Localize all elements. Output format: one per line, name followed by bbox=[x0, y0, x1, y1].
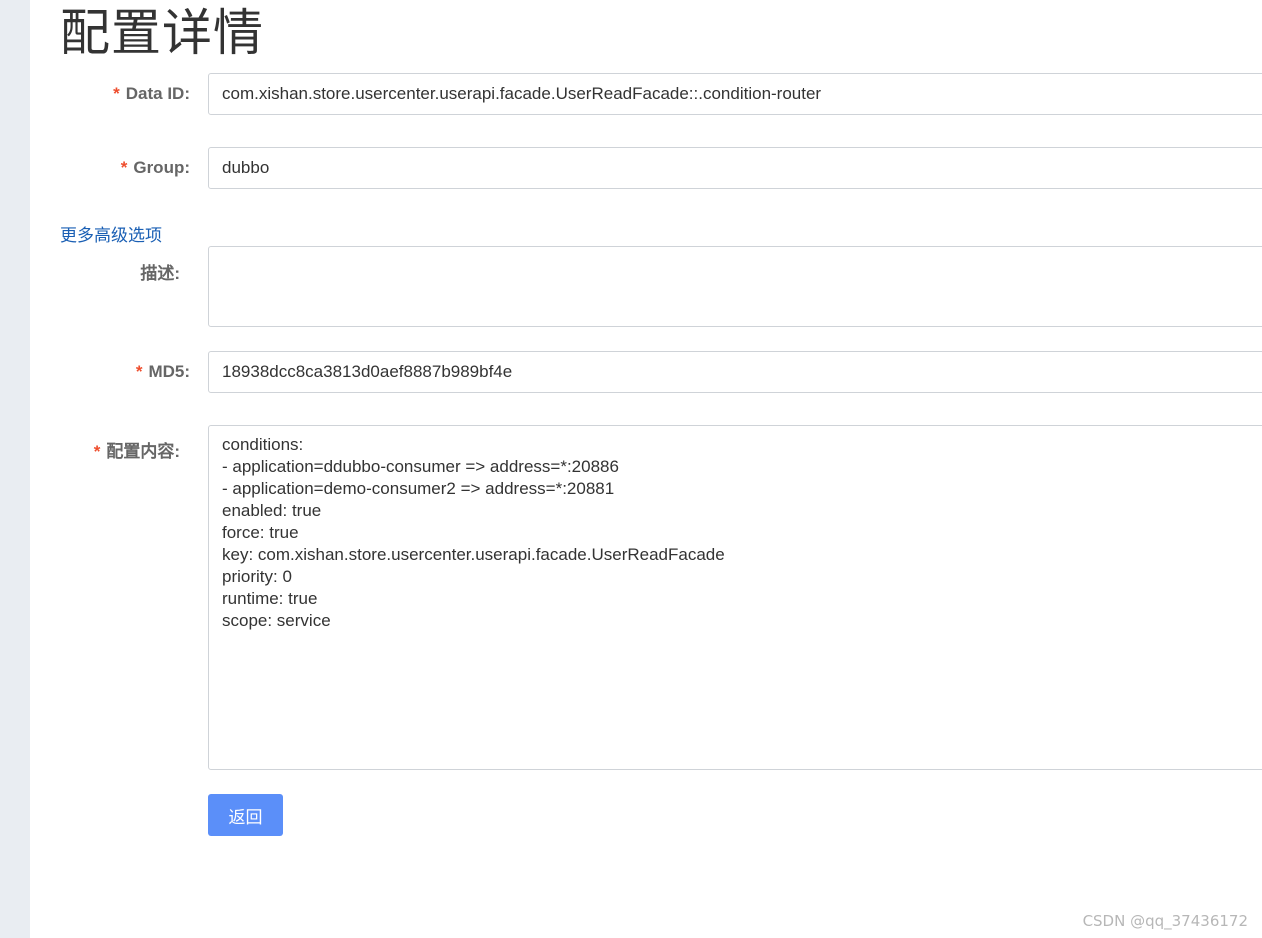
left-sidebar-strip bbox=[0, 0, 30, 938]
data-id-label: * Data ID: bbox=[113, 84, 190, 103]
content-line: scope: service bbox=[222, 611, 331, 630]
required-mark: * bbox=[120, 158, 128, 177]
config-detail-page: 配置详情 *Data ID: *Group: 更多高级选项 描述: *MD5: … bbox=[30, 0, 1262, 938]
required-mark: * bbox=[93, 442, 101, 461]
description-label: 描述: bbox=[140, 264, 180, 283]
content-line: - application=demo-consumer2 => address=… bbox=[222, 479, 615, 498]
more-advanced-options-link[interactable]: 更多高级选项 bbox=[60, 221, 162, 246]
data-id-input[interactable] bbox=[208, 73, 1262, 115]
group-input[interactable] bbox=[208, 147, 1262, 189]
back-button[interactable]: 返回 bbox=[208, 794, 283, 836]
group-label: * Group: bbox=[120, 158, 190, 177]
content-editor[interactable]: conditions: - application=ddubbo-consume… bbox=[208, 425, 1262, 770]
content-line: priority: 0 bbox=[222, 567, 292, 586]
required-mark: * bbox=[135, 362, 143, 381]
md5-input[interactable] bbox=[208, 351, 1262, 393]
content-line: - application=ddubbo-consumer => address… bbox=[222, 457, 619, 476]
content-line: enabled: true bbox=[222, 501, 322, 520]
content-line: conditions: bbox=[222, 435, 304, 454]
required-mark: * bbox=[113, 84, 120, 103]
md5-label: * MD5: bbox=[135, 362, 190, 381]
watermark: CSDN @qq_37436172 bbox=[1082, 912, 1248, 930]
content-line: runtime: true bbox=[222, 589, 318, 608]
content-line: force: true bbox=[222, 523, 299, 542]
description-textarea[interactable] bbox=[208, 246, 1262, 327]
page-title: 配置详情 bbox=[60, 4, 264, 62]
content-label: * 配置内容: bbox=[93, 442, 180, 461]
content-line: key: com.xishan.store.usercenter.userapi… bbox=[222, 545, 725, 564]
